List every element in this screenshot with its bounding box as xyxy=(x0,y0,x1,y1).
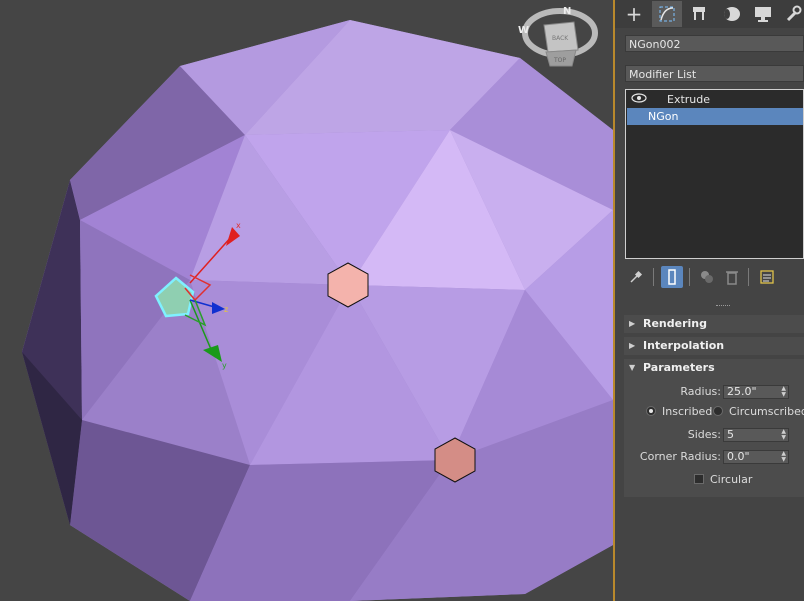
viewcube-side-label: BACK xyxy=(552,35,569,42)
rollout-interpolation[interactable]: ▶ Interpolation xyxy=(624,337,804,355)
tab-display[interactable] xyxy=(748,1,778,27)
tab-motion[interactable] xyxy=(716,1,746,27)
expand-arrow-icon: ▶ xyxy=(629,341,636,350)
sides-value: 5 xyxy=(727,428,734,441)
gizmo-z-label: z xyxy=(224,305,228,314)
rollout-rendering[interactable]: ▶ Rendering xyxy=(624,315,804,333)
toolbar-separator xyxy=(653,268,654,286)
radius-spinner[interactable]: 25.0" ▲ ▼ xyxy=(723,385,789,399)
rollout-interpolation-label: Interpolation xyxy=(643,339,725,352)
radius-value: 25.0" xyxy=(727,385,757,398)
toolbar-separator xyxy=(748,268,749,286)
perspective-viewport[interactable]: x y z BACK TOP N W xyxy=(0,0,613,601)
gizmo-y-label: y xyxy=(222,361,227,370)
circumscribed-radio[interactable] xyxy=(713,406,723,416)
circular-label: Circular xyxy=(710,473,753,486)
configure-icon xyxy=(760,270,774,284)
show-end-result-icon xyxy=(668,269,676,285)
inscribed-radio[interactable] xyxy=(646,406,656,416)
pin-icon xyxy=(630,270,643,283)
circular-checkbox[interactable] xyxy=(694,474,704,484)
modify-icon xyxy=(659,6,675,22)
rollout-rendering-label: Rendering xyxy=(643,317,707,330)
show-end-result-button[interactable] xyxy=(661,266,683,288)
sides-label: Sides: xyxy=(687,428,721,441)
create-plus-icon: + xyxy=(625,2,643,26)
panel-resize-grip[interactable] xyxy=(615,304,804,308)
tab-hierarchy[interactable] xyxy=(684,1,714,27)
collapse-arrow-icon: ▼ xyxy=(629,363,636,372)
sides-spinner[interactable]: 5 ▲ ▼ xyxy=(723,428,789,442)
make-unique-icon xyxy=(701,271,713,283)
utilities-wrench-icon xyxy=(786,5,802,22)
compass-n-label: N xyxy=(563,6,571,17)
remove-modifier-button[interactable] xyxy=(721,266,743,288)
geosphere-object[interactable] xyxy=(22,20,613,601)
viewcube[interactable]: BACK TOP N W xyxy=(518,6,598,67)
viewcube-top-label: TOP xyxy=(553,57,566,64)
make-unique-button[interactable] xyxy=(696,266,718,288)
expand-arrow-icon: ▶ xyxy=(629,319,636,328)
spinner-arrows-icon[interactable]: ▲ ▼ xyxy=(781,429,786,441)
command-panel-tabs: + xyxy=(615,0,804,28)
motion-icon xyxy=(724,7,740,21)
object-name-field[interactable]: NGon002 xyxy=(625,35,804,52)
parameters-content: Radius: 25.0" ▲ ▼ Inscribed Circumscribed… xyxy=(624,377,804,497)
spinner-arrows-icon[interactable]: ▲ ▼ xyxy=(781,386,786,398)
rollout-parameters[interactable]: ▼ Parameters xyxy=(624,359,804,377)
viewport-scene: x y z BACK TOP N W xyxy=(22,6,613,601)
tab-utilities[interactable] xyxy=(778,1,804,27)
corner-radius-label: Corner Radius: xyxy=(639,450,721,463)
radius-label: Radius: xyxy=(680,385,721,398)
pin-stack-button[interactable] xyxy=(625,266,647,288)
inscribed-label: Inscribed xyxy=(662,405,713,418)
rollout-parameters-label: Parameters xyxy=(643,361,715,374)
tab-create[interactable]: + xyxy=(619,1,649,27)
stack-item-ngon-label: NGon xyxy=(648,110,679,123)
display-icon xyxy=(755,7,771,22)
hierarchy-icon xyxy=(693,7,705,20)
corner-radius-value: 0.0" xyxy=(727,450,750,463)
tab-modify[interactable] xyxy=(652,1,682,27)
toolbar-separator xyxy=(689,268,690,286)
spinner-arrows-icon[interactable]: ▲ ▼ xyxy=(781,451,786,463)
compass-w-label: W xyxy=(518,25,529,36)
corner-radius-spinner[interactable]: 0.0" ▲ ▼ xyxy=(723,450,789,464)
modifier-list-dropdown[interactable]: Modifier List xyxy=(625,65,804,82)
configure-modifier-sets-button[interactable] xyxy=(756,266,778,288)
trash-icon xyxy=(726,271,738,285)
gizmo-x-label: x xyxy=(236,221,241,230)
circumscribed-label: Circumscribed xyxy=(729,405,804,418)
modifier-stack[interactable]: Extrude NGon xyxy=(625,89,804,259)
stack-item-extrude[interactable]: Extrude xyxy=(627,91,803,108)
command-panel: + NGon002 Modifier List Extrude NGon ▶ R… xyxy=(615,0,804,601)
stack-item-ngon[interactable]: NGon xyxy=(627,108,803,125)
stack-item-extrude-label: Extrude xyxy=(667,93,711,106)
